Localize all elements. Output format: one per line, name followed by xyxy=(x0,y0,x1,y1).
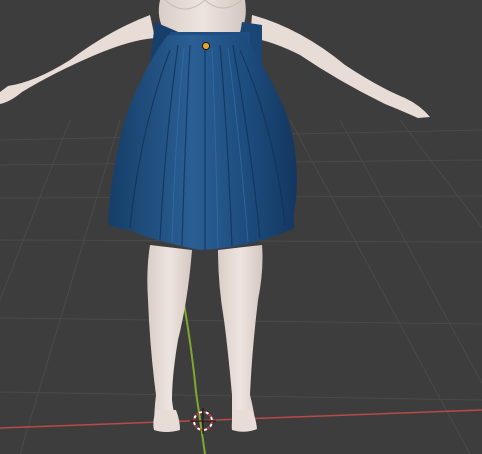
character-legs xyxy=(147,245,263,430)
skirt xyxy=(108,35,297,250)
3d-viewport[interactable] xyxy=(0,0,482,454)
object-origin-icon[interactable] xyxy=(202,42,210,50)
viewport-canvas[interactable] xyxy=(0,0,482,454)
3d-cursor-icon[interactable] xyxy=(190,408,216,434)
